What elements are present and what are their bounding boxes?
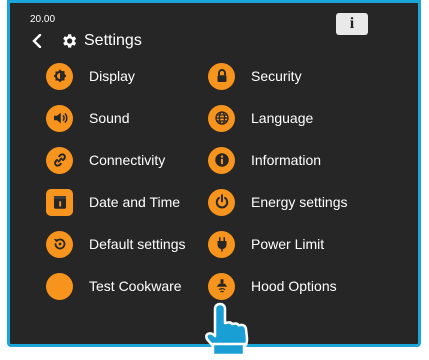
info-button[interactable]: i [336, 13, 368, 35]
menu-item-label: Language [251, 110, 314, 126]
display-icon [46, 62, 73, 90]
menu-item-security[interactable]: Security [208, 61, 302, 91]
menu-item-information[interactable]: Information [208, 145, 321, 175]
lock-icon [208, 62, 235, 90]
menu-item-language[interactable]: Language [208, 103, 313, 133]
menu-item-label: Date and Time [89, 194, 181, 210]
menu-item-energy-settings[interactable]: Energy settings [208, 187, 348, 217]
menu-item-default-settings[interactable]: Default settings [46, 229, 186, 259]
menu-item-power-limit[interactable]: Power Limit [208, 229, 324, 259]
menu-item-hood-options[interactable]: Hood Options [208, 271, 337, 301]
globe-icon [208, 104, 235, 132]
info-icon [208, 146, 235, 174]
menu-item-label: Connectivity [89, 152, 166, 168]
page-title: Settings [84, 32, 142, 49]
chevron-left-icon[interactable] [32, 31, 48, 51]
menu-item-sound[interactable]: Sound [46, 103, 129, 133]
menu-item-label: Hood Options [251, 278, 337, 294]
hand-pointer-icon [203, 300, 251, 357]
header: Settings [32, 29, 142, 53]
menu-item-display[interactable]: Display [46, 61, 135, 91]
menu-item-label: Security [251, 68, 302, 84]
menu-item-test-cookware[interactable]: Test Cookware [46, 271, 182, 301]
cookware-icon [46, 272, 73, 300]
clock-time: 20.00 [30, 14, 56, 25]
link-icon [46, 146, 73, 174]
info-button-label: i [349, 15, 355, 32]
menu-item-date-and-time[interactable]: Date and Time [46, 187, 180, 217]
menu-item-label: Information [251, 152, 322, 168]
calendar-icon [46, 188, 73, 216]
menu-item-label: Sound [89, 110, 130, 126]
plug-icon [208, 230, 235, 258]
menu-item-label: Power Limit [251, 236, 325, 252]
hood-icon [208, 272, 235, 300]
power-icon [208, 188, 235, 216]
menu-item-label: Default settings [89, 236, 186, 252]
menu-item-label: Display [89, 68, 135, 84]
gear-icon [60, 32, 78, 50]
speaker-icon [46, 104, 73, 132]
menu-item-label: Energy settings [251, 194, 348, 210]
menu-item-label: Test Cookware [89, 278, 182, 294]
settings-screen: 20.00 i Settings Display Sound Connectiv… [7, 0, 421, 347]
reset-icon [46, 230, 73, 258]
menu-item-connectivity[interactable]: Connectivity [46, 145, 165, 175]
